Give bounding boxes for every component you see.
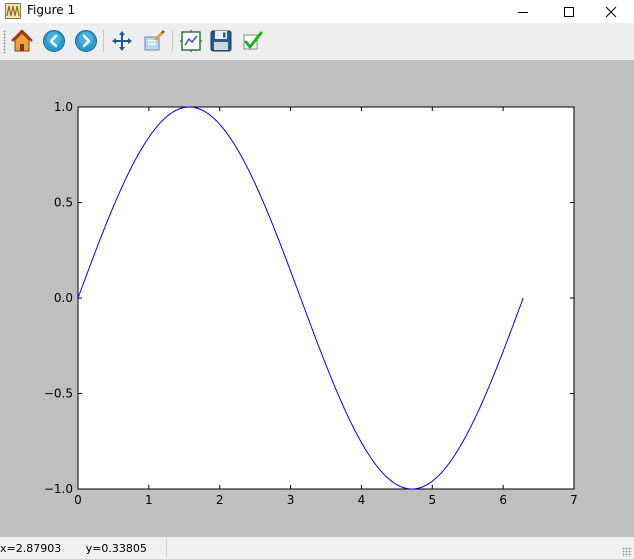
window-title: Figure 1 <box>27 3 76 17</box>
title-bar: Figure 1 <box>0 0 634 23</box>
x-tick-label: 2 <box>216 493 224 507</box>
x-tick-label: 3 <box>287 493 295 507</box>
x-tick-label: 6 <box>499 493 507 507</box>
plot-svg: 0 1 2 3 4 5 6 7 1.0 0.5 0.0 −0.5 −1.0 <box>44 100 578 507</box>
save-button[interactable] <box>207 27 235 55</box>
status-bar: x=2.87903 y=0.33805 <box>0 537 634 559</box>
x-tick-label: 1 <box>145 493 153 507</box>
x-tick-label: 0 <box>74 493 82 507</box>
home-button[interactable] <box>8 27 36 55</box>
back-button[interactable] <box>40 27 68 55</box>
home-icon <box>11 29 33 52</box>
x-tick-label: 5 <box>428 493 436 507</box>
minimize-icon <box>518 11 528 13</box>
maximize-icon <box>564 6 574 17</box>
forward-button[interactable] <box>72 27 100 55</box>
x-tick-label: 4 <box>358 493 366 507</box>
floppy-disk-icon <box>210 30 232 52</box>
y-tick-label: 0.5 <box>54 196 73 210</box>
matplotlib-app-icon <box>5 3 21 19</box>
close-icon <box>605 6 617 17</box>
pan-button[interactable] <box>108 27 136 55</box>
zoom-rect-icon <box>144 30 165 51</box>
configure-subplots-icon <box>179 29 203 53</box>
cursor-coordinates: x=2.87903 y=0.33805 <box>0 542 147 555</box>
maximize-button[interactable] <box>546 0 592 23</box>
x-tick-label: 7 <box>570 493 578 507</box>
y-tick-label: −1.0 <box>44 482 73 496</box>
toolbar-grip[interactable] <box>3 30 6 54</box>
close-button[interactable] <box>588 0 634 23</box>
y-tick-label: 1.0 <box>54 100 73 114</box>
toolbar-separator <box>103 30 104 52</box>
y-tick-label: −0.5 <box>44 387 73 401</box>
pan-move-icon <box>112 31 132 51</box>
zoom-button[interactable] <box>140 27 168 55</box>
subplots-button[interactable] <box>177 27 205 55</box>
toolbar-separator <box>172 30 173 52</box>
axes-frame[interactable] <box>77 106 575 490</box>
back-arrow-icon <box>43 30 65 52</box>
minimize-button[interactable] <box>500 0 546 23</box>
checkmark-icon <box>243 31 263 50</box>
forward-arrow-icon <box>75 30 97 52</box>
y-tick-label: 0.0 <box>54 291 73 305</box>
status-separator <box>166 539 167 557</box>
edit-axis-button[interactable] <box>238 27 266 55</box>
navigation-toolbar <box>0 23 634 61</box>
resize-grip[interactable] <box>622 547 632 557</box>
